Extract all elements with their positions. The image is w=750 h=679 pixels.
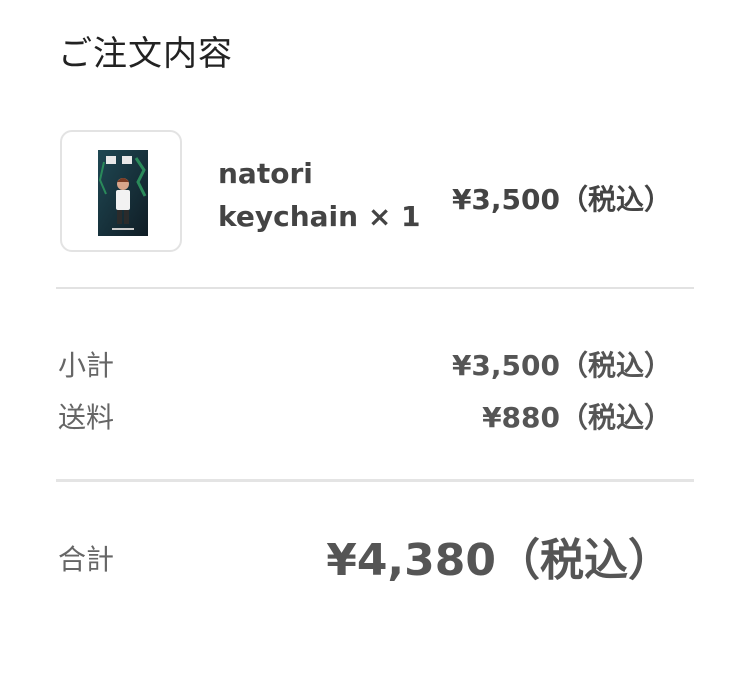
subtotal-label: 小計 [58,349,115,382]
order-item-row: natori keychain × 1 ¥3,500（税込） [0,0,750,280]
product-keychain-image-icon [98,150,148,236]
product-thumbnail [60,130,182,252]
item-price: ¥3,500（税込） [451,183,672,216]
total-label: 合計 [58,543,115,576]
divider [56,287,694,289]
shipping-value: ¥880（税込） [482,401,672,434]
divider [56,479,694,482]
item-name: natori keychain × 1 [218,157,421,233]
subtotal-value: ¥3,500（税込） [451,349,672,382]
shipping-label: 送料 [58,401,115,434]
total-value: ¥4,380（税込） [326,535,672,586]
